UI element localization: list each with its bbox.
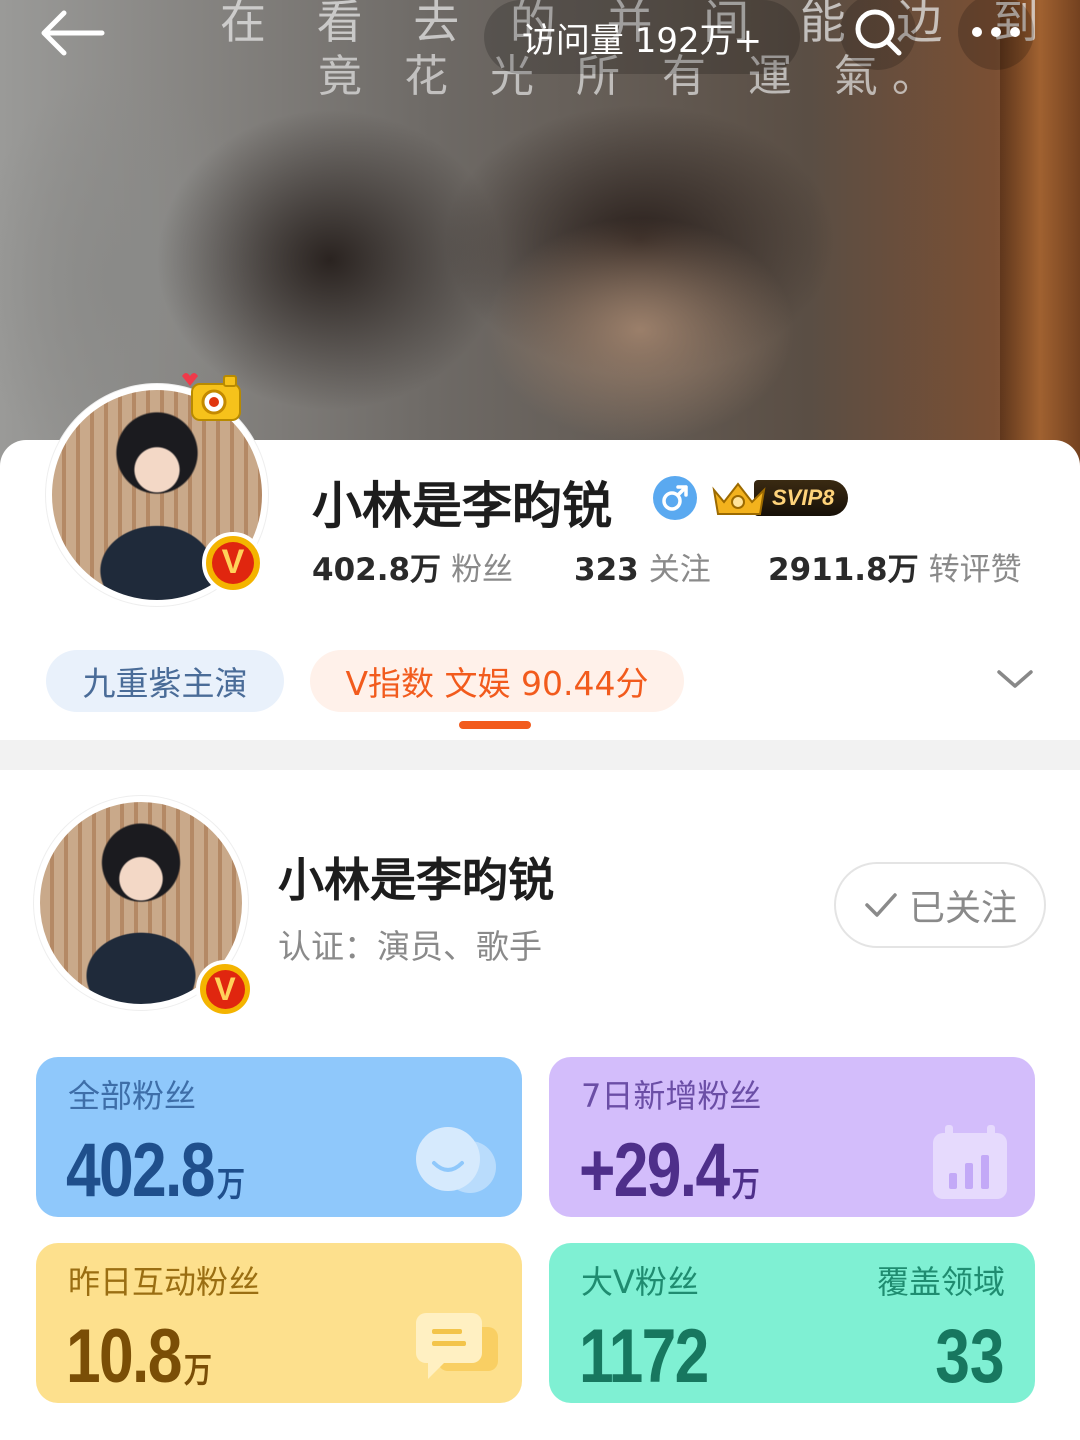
stat-following-label: 关注 [648, 552, 711, 588]
all-fans-value: 402.8万 [66, 1128, 245, 1213]
active-fans-card[interactable]: 昨日互动粉丝 10.8万 [36, 1243, 522, 1403]
bigv-fans-title: 大V粉丝 [581, 1263, 699, 1301]
male-gender-icon [653, 476, 697, 520]
banner-wood-decoration [1000, 0, 1080, 470]
all-fans-title: 全部粉丝 [68, 1077, 197, 1115]
chevron-down-icon [997, 670, 1033, 688]
active-fans-value: 10.8万 [66, 1314, 212, 1399]
back-button[interactable] [36, 8, 106, 58]
verified-v-badge-icon: V [196, 960, 254, 1018]
new-fans-title: 7日新增粉丝 [581, 1077, 762, 1115]
visit-count-pill[interactable]: 访问量 192万+ [484, 0, 800, 74]
stat-following[interactable]: 323 关注 [574, 544, 711, 589]
stat-interactions[interactable]: 2911.8万 转评赞 [768, 544, 1022, 589]
new-fans-value: +29.4万 [579, 1128, 760, 1213]
following-button[interactable]: 已关注 [834, 862, 1046, 948]
verified-v-badge-icon: V [202, 532, 264, 594]
new-fans-card[interactable]: 7日新增粉丝 +29.4万 [549, 1057, 1035, 1217]
section-divider [0, 740, 1080, 770]
calendar-chart-icon [933, 1125, 1007, 1199]
arrow-left-icon [41, 10, 105, 56]
coverage-fields-value: 33 [935, 1314, 1005, 1399]
following-button-label: 已关注 [908, 888, 1017, 929]
stat-interactions-number: 2911.8万 [768, 552, 919, 588]
chat-bubble-icon [416, 1313, 498, 1379]
stat-interactions-label: 转评赞 [928, 552, 1022, 588]
fans-smile-icon [416, 1127, 496, 1193]
account-name: 小林是李昀锐 [278, 853, 554, 907]
all-fans-card[interactable]: 全部粉丝 402.8万 [36, 1057, 522, 1217]
active-tab-indicator [459, 721, 531, 729]
bigv-fans-value: 1172 [579, 1314, 709, 1399]
svip-badge[interactable]: SVIP8 [708, 476, 868, 520]
camera-sticker-icon [176, 366, 246, 430]
drama-tag[interactable]: 九重紫主演 [46, 650, 284, 712]
certification-text: 认证：演员、歌手 [278, 927, 542, 966]
crown-icon [712, 482, 766, 515]
coverage-fields-title: 覆盖领域 [876, 1263, 1005, 1301]
profile-stats: 402.8万 粉丝 323 关注 2911.8万 转评赞 [312, 544, 1052, 590]
stat-fans[interactable]: 402.8万 粉丝 [312, 544, 513, 589]
expand-tags-button[interactable] [994, 664, 1036, 694]
profile-name: 小林是李昀锐 [312, 477, 612, 535]
stat-fans-number: 402.8万 [312, 552, 442, 588]
stat-following-number: 323 [574, 552, 639, 588]
checkmark-icon [865, 893, 897, 917]
more-dot-icon [991, 27, 1001, 37]
more-dot-icon [972, 27, 982, 37]
vindex-tag[interactable]: V指数 文娱 90.44分 [310, 650, 684, 712]
active-fans-title: 昨日互动粉丝 [68, 1263, 261, 1301]
search-icon [855, 9, 902, 56]
stat-fans-label: 粉丝 [451, 552, 514, 588]
bigv-fans-card[interactable]: 大V粉丝 覆盖领域 1172 33 [549, 1243, 1035, 1403]
more-dot-icon [1010, 27, 1020, 37]
